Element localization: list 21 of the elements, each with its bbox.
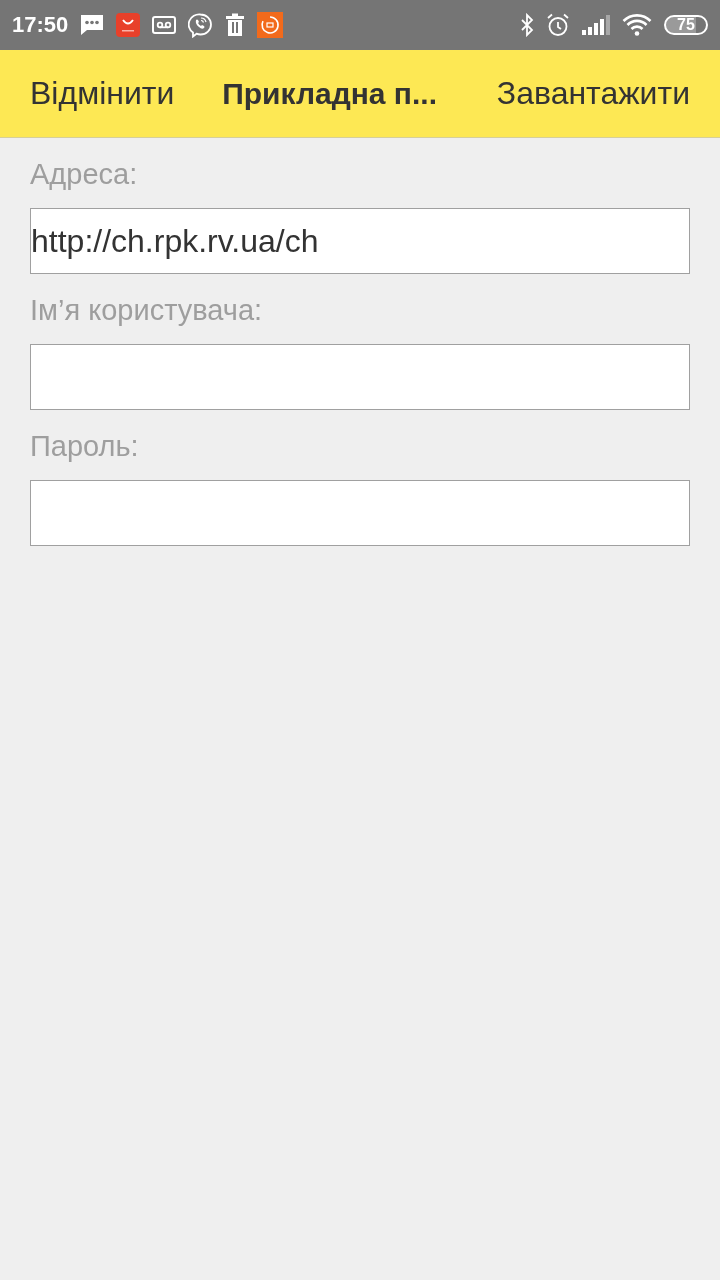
input-field[interactable]	[30, 344, 690, 410]
alarm-clock-icon	[546, 13, 570, 37]
input-field[interactable]: http://ch.rpk.rv.ua/ch	[30, 208, 690, 274]
battery-indicator: 75	[664, 15, 708, 35]
ring-app-icon	[257, 12, 284, 38]
voicemail-icon	[152, 15, 177, 35]
wifi-icon	[622, 14, 652, 36]
signal-icon	[582, 15, 610, 35]
status-time: 17:50	[12, 12, 69, 38]
bluetooth-icon	[520, 13, 534, 37]
field-label: Адреса:	[30, 157, 138, 192]
input-field[interactable]	[30, 480, 690, 546]
download-button[interactable]: Завантажити	[496, 75, 690, 112]
message-icon	[80, 14, 105, 36]
toolbar-title: Прикладна п...	[222, 76, 437, 111]
cancel-button[interactable]: Відмінити	[30, 75, 175, 112]
phone-chat-icon	[188, 12, 214, 38]
field-label: Ім’я користувача:	[30, 293, 263, 328]
field-label: Пароль:	[30, 429, 139, 464]
smile-app-icon	[116, 13, 141, 37]
trash-icon	[225, 13, 246, 37]
